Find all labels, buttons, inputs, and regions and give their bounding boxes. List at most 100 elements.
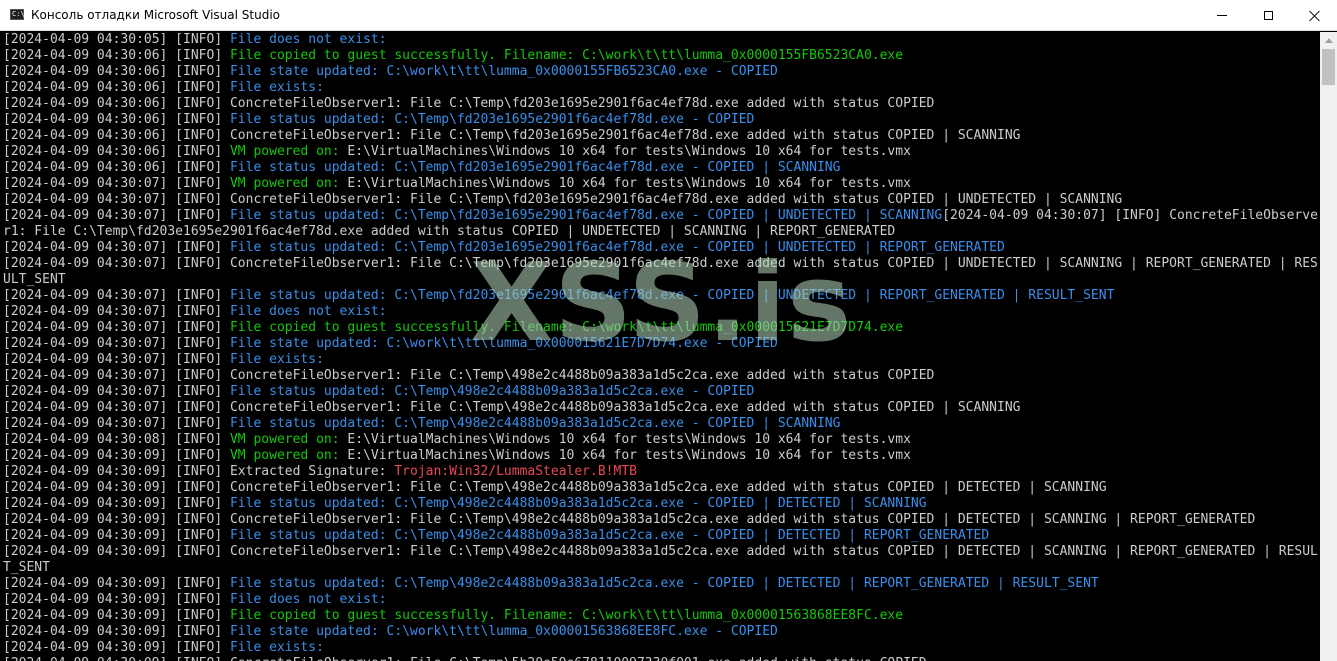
log-segment: File state updated: C:\work\t\tt\lumma_0…: [229, 64, 778, 79]
log-line: [2024-04-09 04:30:07] [INFO] ConcreteFil…: [3, 256, 1319, 288]
log-segment: [2024-04-09 04:30:09] [INFO] ConcreteFil…: [3, 512, 1256, 527]
log-segment: [2024-04-09 04:30:09] [INFO] ConcreteFil…: [3, 656, 927, 661]
close-icon: [1308, 10, 1320, 22]
log-segment: [2024-04-09 04:30:06] [INFO] ConcreteFil…: [3, 96, 935, 111]
minimize-icon: [1217, 15, 1227, 16]
log-segment: [2024-04-09 04:30:07] [INFO]: [3, 304, 230, 319]
log-segment: File state updated: C:\work\t\tt\lumma_0…: [229, 624, 778, 639]
scroll-thumb[interactable]: [1322, 49, 1335, 85]
log-line: [2024-04-09 04:30:07] [INFO] ConcreteFil…: [3, 400, 1319, 416]
log-line: [2024-04-09 04:30:05] [INFO] File does n…: [3, 32, 1319, 48]
log-line: [2024-04-09 04:30:09] [INFO] File state …: [3, 624, 1319, 640]
log-segment: [2024-04-09 04:30:06] [INFO]: [3, 48, 230, 63]
maximize-button[interactable]: [1245, 0, 1291, 31]
log-line: [2024-04-09 04:30:09] [INFO] ConcreteFil…: [3, 544, 1319, 576]
log-line: [2024-04-09 04:30:06] [INFO] VM powered …: [3, 144, 1319, 160]
log-line: [2024-04-09 04:30:09] [INFO] File status…: [3, 528, 1319, 544]
log-line: [2024-04-09 04:30:07] [INFO] File copied…: [3, 320, 1319, 336]
log-line: [2024-04-09 04:30:07] [INFO] File status…: [3, 384, 1319, 400]
maximize-icon: [1263, 11, 1273, 20]
log-line: [2024-04-09 04:30:08] [INFO] VM powered …: [3, 432, 1319, 448]
log-line: [2024-04-09 04:30:07] [INFO] File state …: [3, 336, 1319, 352]
log-segment: File status updated: C:\Temp\fd203e1695e…: [229, 208, 943, 223]
log-segment: File status updated: C:\Temp\498e2c4488b…: [229, 528, 990, 543]
log-segment: File does not exist:: [229, 304, 387, 319]
log-line: [2024-04-09 04:30:09] [INFO] File does n…: [3, 592, 1319, 608]
log-segment: Trojan:Win32/LummaStealer.B!MTB: [394, 464, 637, 479]
log-segment: VM powered on:: [229, 432, 348, 447]
log-segment: [2024-04-09 04:30:07] [INFO] ConcreteFil…: [3, 192, 1123, 207]
log-line: [2024-04-09 04:30:06] [INFO] File status…: [3, 112, 1319, 128]
log-segment: [2024-04-09 04:30:05] [INFO]: [3, 32, 230, 47]
log-segment: [2024-04-09 04:30:07] [INFO]: [3, 320, 230, 335]
log-line: [2024-04-09 04:30:07] [INFO] File does n…: [3, 304, 1319, 320]
log-segment: File exists:: [229, 80, 324, 95]
log-segment: File state updated: C:\work\t\tt\lumma_0…: [229, 336, 778, 351]
log-segment: VM powered on:: [229, 448, 348, 463]
log-segment: [2024-04-09 04:30:06] [INFO] ConcreteFil…: [3, 128, 1021, 143]
log-segment: File status updated: C:\Temp\fd203e1695e…: [229, 112, 755, 127]
log-line: [2024-04-09 04:30:09] [INFO] File copied…: [3, 608, 1319, 624]
log-line: [2024-04-09 04:30:06] [INFO] File copied…: [3, 48, 1319, 64]
log-line: [2024-04-09 04:30:09] [INFO] File exists…: [3, 640, 1319, 656]
log-segment: [2024-04-09 04:30:06] [INFO]: [3, 112, 230, 127]
log-segment: [2024-04-09 04:30:06] [INFO]: [3, 144, 230, 159]
log-line: [2024-04-09 04:30:06] [INFO] ConcreteFil…: [3, 128, 1319, 144]
log-segment: [2024-04-09 04:30:07] [INFO] ConcreteFil…: [3, 256, 1318, 287]
log-segment: [2024-04-09 04:30:07] [INFO]: [3, 416, 230, 431]
log-segment: [2024-04-09 04:30:09] [INFO]: [3, 608, 230, 623]
console-app-icon[interactable]: C:\: [10, 9, 25, 20]
scroll-up-arrow-icon[interactable]: [1320, 32, 1337, 49]
log-segment: [2024-04-09 04:30:07] [INFO]: [3, 384, 230, 399]
log-line: [2024-04-09 04:30:07] [INFO] File status…: [3, 416, 1319, 432]
log-line: [2024-04-09 04:30:09] [INFO] VM powered …: [3, 448, 1319, 464]
log-segment: [2024-04-09 04:30:07] [INFO]: [3, 336, 230, 351]
log-segment: File status updated: C:\Temp\498e2c4488b…: [229, 496, 927, 511]
log-segment: File copied to guest successfully. Filen…: [229, 320, 904, 335]
log-segment: File status updated: C:\Temp\498e2c4488b…: [229, 576, 1099, 591]
log-lines: [2024-04-09 04:30:05] [INFO] File does n…: [3, 32, 1319, 661]
log-segment: E:\VirtualMachines\Windows 10 x64 for te…: [347, 176, 911, 191]
log-segment: [2024-04-09 04:30:09] [INFO]: [3, 624, 230, 639]
log-line: [2024-04-09 04:30:09] [INFO] File status…: [3, 496, 1319, 512]
log-segment: [2024-04-09 04:30:09] [INFO]: [3, 592, 230, 607]
log-segment: [2024-04-09 04:30:09] [INFO] ConcreteFil…: [3, 480, 1107, 495]
log-segment: [2024-04-09 04:30:06] [INFO]: [3, 160, 230, 175]
close-button[interactable]: [1291, 0, 1337, 31]
log-line: [2024-04-09 04:30:09] [INFO] Extracted S…: [3, 464, 1319, 480]
log-segment: File status updated: C:\Temp\fd203e1695e…: [229, 288, 1115, 303]
log-segment: File exists:: [229, 352, 324, 367]
log-line: [2024-04-09 04:30:06] [INFO] File exists…: [3, 80, 1319, 96]
log-segment: File status updated: C:\Temp\fd203e1695e…: [229, 240, 1005, 255]
log-segment: [2024-04-09 04:30:07] [INFO] ConcreteFil…: [3, 400, 1021, 415]
log-line: [2024-04-09 04:30:07] [INFO] File exists…: [3, 352, 1319, 368]
log-segment: VM powered on:: [229, 176, 348, 191]
log-line: [2024-04-09 04:30:07] [INFO] ConcreteFil…: [3, 192, 1319, 208]
log-line: [2024-04-09 04:30:07] [INFO] File status…: [3, 208, 1319, 240]
log-segment: [2024-04-09 04:30:06] [INFO]: [3, 64, 230, 79]
log-line: [2024-04-09 04:30:07] [INFO] ConcreteFil…: [3, 368, 1319, 384]
log-segment: VM powered on:: [229, 144, 348, 159]
log-segment: File does not exist:: [229, 32, 387, 47]
log-segment: File does not exist:: [229, 592, 387, 607]
log-segment: [2024-04-09 04:30:07] [INFO]: [3, 176, 230, 191]
console-output[interactable]: [2024-04-09 04:30:05] [INFO] File does n…: [0, 32, 1320, 661]
log-segment: File copied to guest successfully. Filen…: [229, 608, 904, 623]
log-segment: [2024-04-09 04:30:09] [INFO] Extracted S…: [3, 464, 395, 479]
log-segment: [2024-04-09 04:30:07] [INFO] ConcreteFil…: [3, 368, 935, 383]
log-line: [2024-04-09 04:30:07] [INFO] File status…: [3, 240, 1319, 256]
log-segment: [2024-04-09 04:30:07] [INFO]: [3, 208, 230, 223]
minimize-button[interactable]: [1199, 0, 1245, 31]
log-segment: File status updated: C:\Temp\498e2c4488b…: [229, 384, 755, 399]
log-line: [2024-04-09 04:30:07] [INFO] File status…: [3, 288, 1319, 304]
log-line: [2024-04-09 04:30:09] [INFO] File status…: [3, 576, 1319, 592]
log-segment: File status updated: C:\Temp\498e2c4488b…: [229, 416, 841, 431]
vertical-scrollbar[interactable]: [1320, 32, 1337, 661]
log-segment: [2024-04-09 04:30:09] [INFO]: [3, 640, 230, 655]
log-segment: [2024-04-09 04:30:09] [INFO]: [3, 448, 230, 463]
title-bar: C:\ Консоль отладки Microsoft Visual Stu…: [0, 0, 1337, 31]
log-segment: E:\VirtualMachines\Windows 10 x64 for te…: [347, 448, 911, 463]
log-segment: [2024-04-09 04:30:07] [INFO]: [3, 352, 230, 367]
log-line: [2024-04-09 04:30:07] [INFO] VM powered …: [3, 176, 1319, 192]
log-segment: E:\VirtualMachines\Windows 10 x64 for te…: [347, 144, 911, 159]
